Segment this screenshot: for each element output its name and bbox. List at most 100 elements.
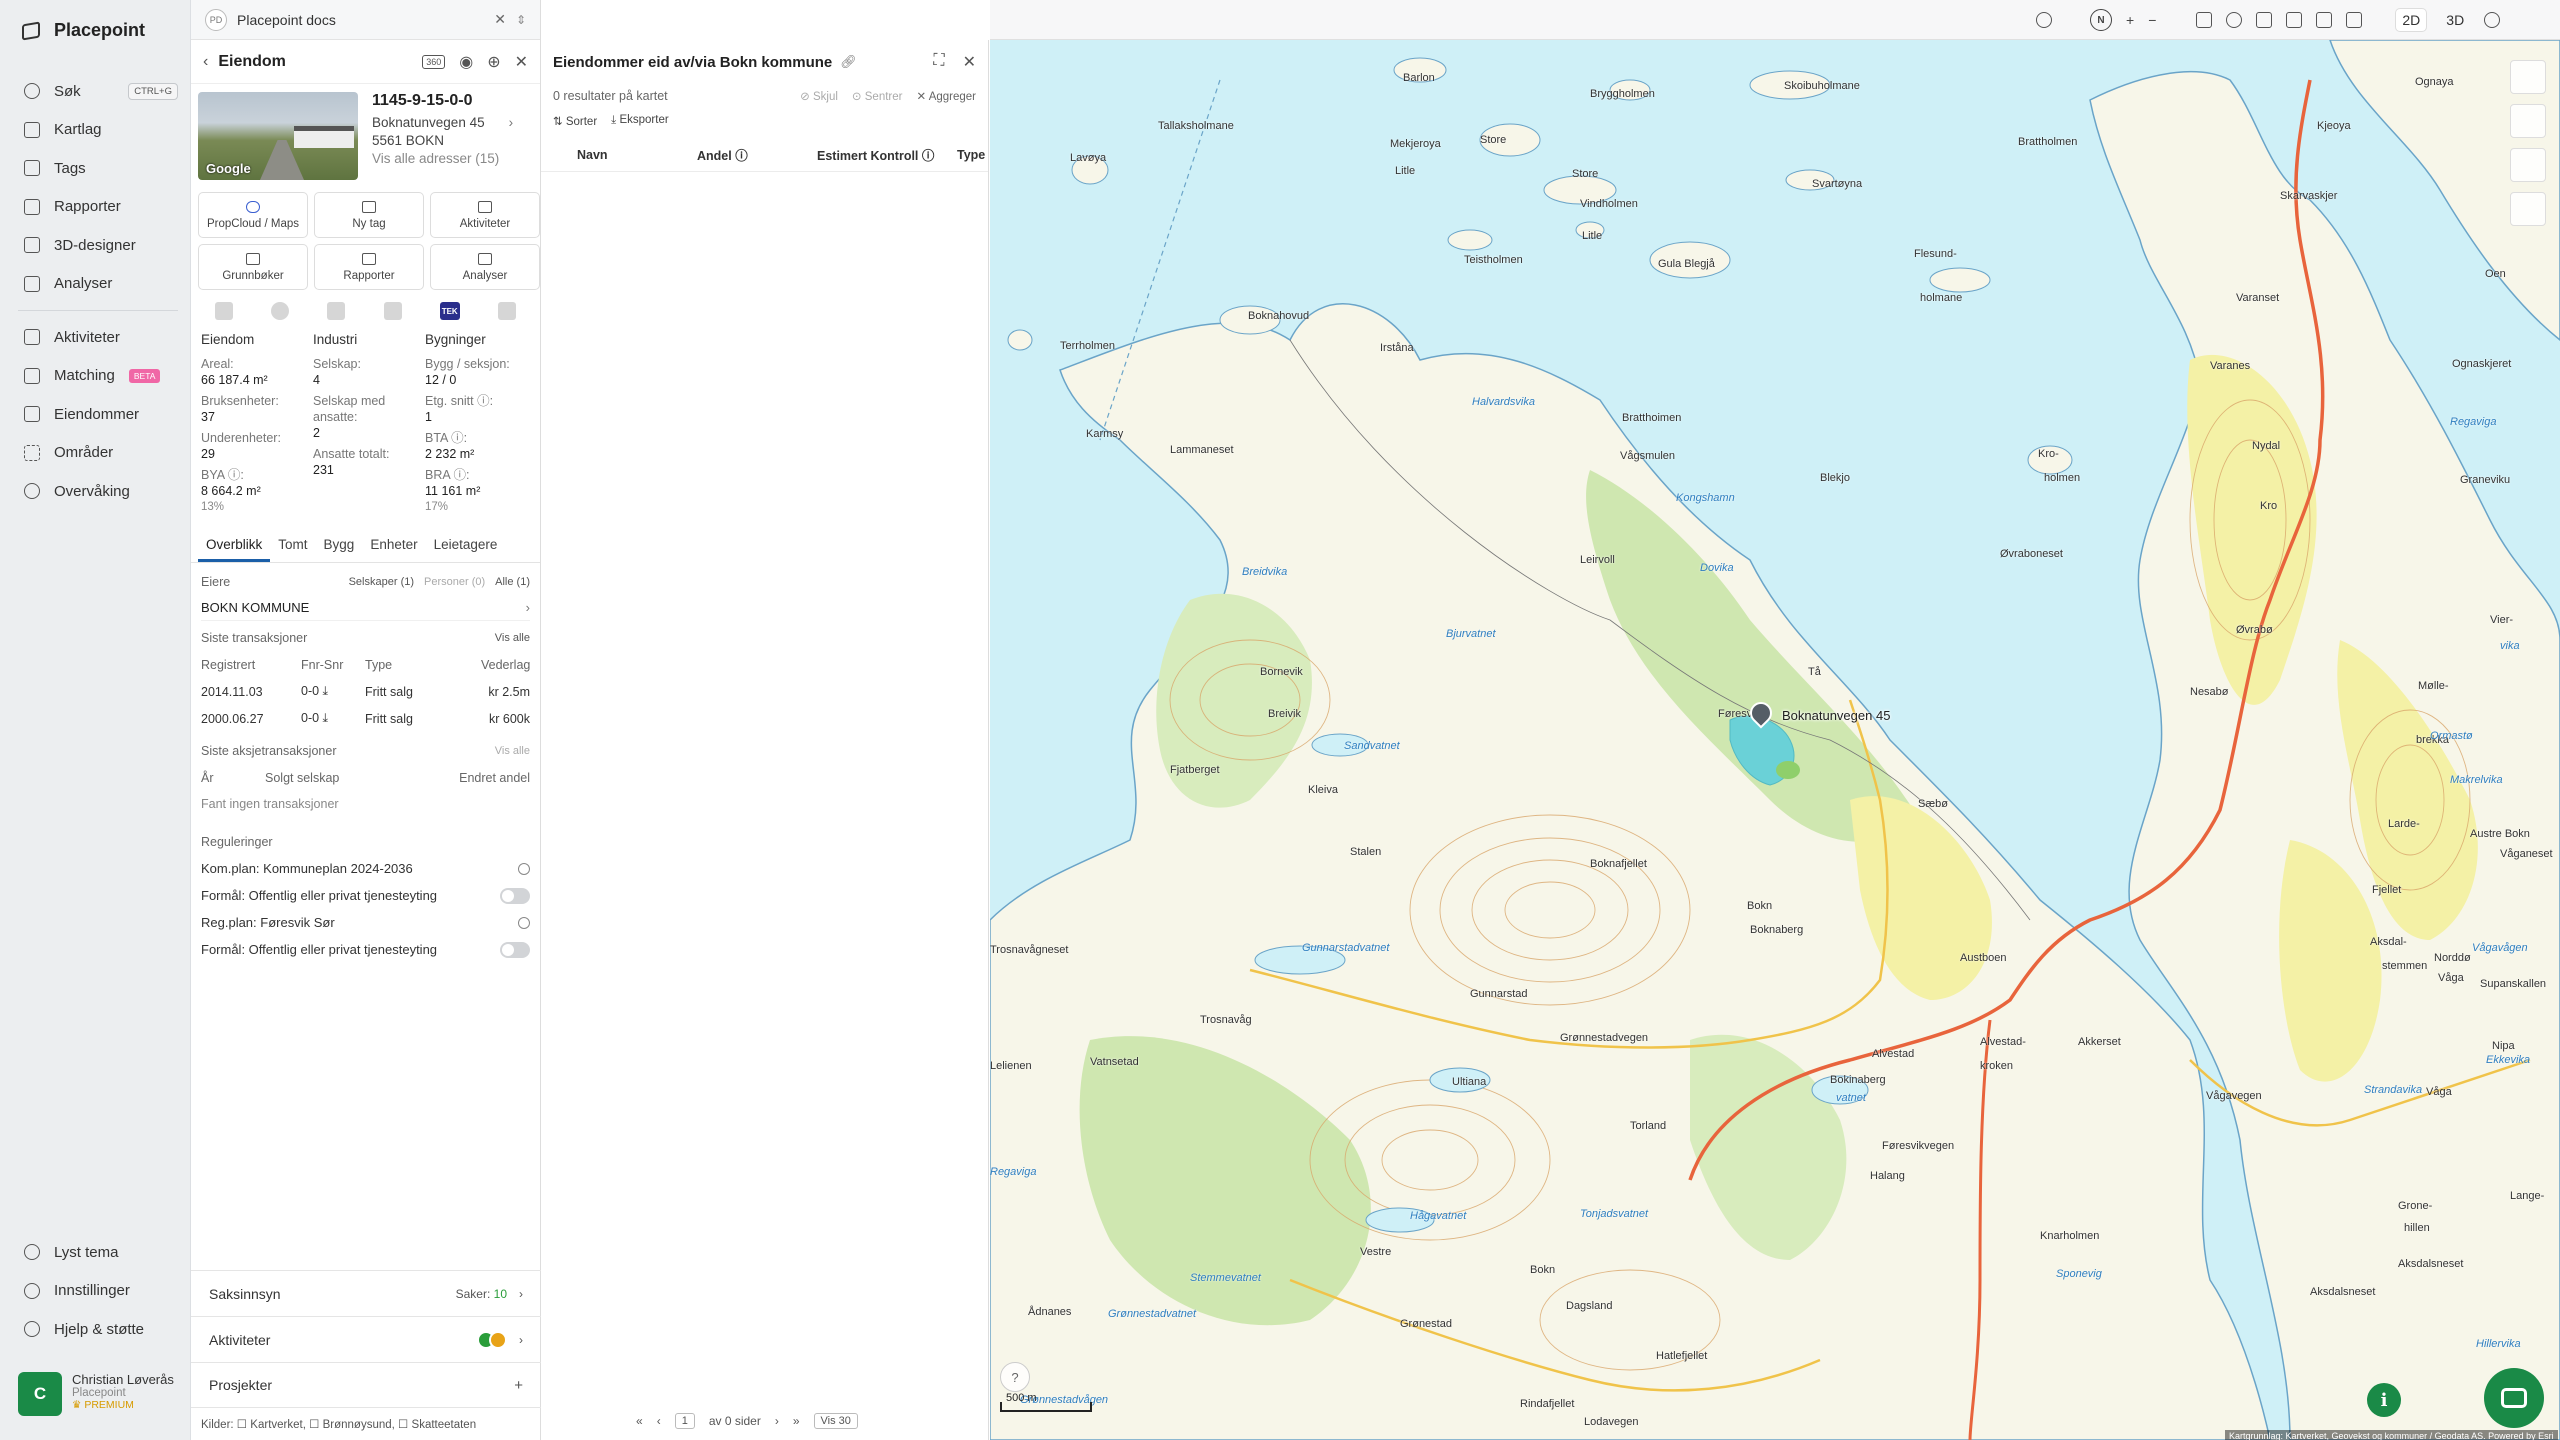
print-icon[interactable] — [2196, 12, 2213, 28]
filter-companies[interactable]: Selskaper (1) — [349, 576, 414, 588]
column-header[interactable]: Navn — [577, 148, 697, 162]
zoom-out-button[interactable]: − — [2148, 12, 2156, 28]
analyses-button[interactable]: Analyser — [430, 244, 540, 290]
hide-button[interactable]: ⊘ Skjul — [800, 89, 838, 103]
nav-kartlag[interactable]: Kartlag — [18, 111, 178, 150]
nav-aktiviteter[interactable]: Aktiviteter — [18, 318, 178, 357]
document-tab[interactable]: PD Placepoint docs ✕ ⇕ — [191, 0, 540, 40]
view-360-button[interactable]: 360 — [422, 54, 446, 69]
info-button[interactable]: i — [2367, 1383, 2401, 1417]
reports-button[interactable]: Rapporter — [314, 244, 424, 290]
property-address[interactable]: Boknatunvegen 45 › — [372, 114, 513, 132]
eye-icon[interactable] — [2226, 12, 2243, 28]
tab-tomt[interactable]: Tomt — [270, 531, 315, 562]
regulation-toggle[interactable] — [500, 887, 530, 904]
regulation-item[interactable]: Reg.plan: Føresvik Sør — [201, 909, 533, 936]
regulation-toggle[interactable] — [500, 941, 530, 958]
table-row[interactable]: 2000.06.27 0-0 ⤓ Fritt salg kr 600k — [201, 705, 530, 732]
page-input[interactable]: 1 — [674, 1413, 695, 1429]
tek-icon[interactable]: TEK — [439, 302, 460, 320]
eye-icon[interactable]: ◉ — [459, 52, 473, 72]
camera-icon[interactable] — [2286, 12, 2303, 28]
fullscreen-icon[interactable] — [2256, 12, 2273, 28]
close-icon[interactable]: ✕ — [494, 11, 506, 28]
user-profile[interactable]: C Christian Løverås Placepoint ♛ PREMIUM — [18, 1372, 178, 1416]
next-page-button[interactable]: › — [775, 1414, 779, 1428]
nav-eiendommer[interactable]: Eiendommer — [18, 395, 178, 434]
column-header[interactable]: Andel ⓘ — [697, 145, 817, 164]
chat-button[interactable] — [2484, 1368, 2544, 1428]
add-icon[interactable]: ⊕ — [487, 52, 500, 72]
bookmark-icon[interactable] — [2346, 12, 2363, 28]
show-all-share-tx[interactable]: Vis alle — [495, 745, 530, 757]
link-icon[interactable] — [515, 914, 533, 931]
filter-all[interactable]: Alle (1) — [495, 576, 530, 588]
filter-persons[interactable]: Personer (0) — [424, 576, 485, 588]
new-tag-button[interactable]: Ny tag — [314, 192, 424, 238]
aggregate-button[interactable]: ✕ Aggreger — [916, 89, 976, 103]
mode-3d-button[interactable]: 3D — [2440, 9, 2470, 31]
nav-omrader[interactable]: Områder — [18, 434, 178, 473]
grid-icon[interactable] — [2316, 12, 2333, 28]
regulation-item[interactable]: Kom.plan: Kommuneplan 2024-2036 — [201, 855, 533, 882]
zoom-in-button[interactable]: + — [2126, 12, 2134, 28]
export-button[interactable]: ⤓ Eksporter — [611, 114, 669, 128]
all-addresses-link[interactable]: Vis alle adresser (15) — [372, 150, 513, 168]
info-icon[interactable] — [2484, 12, 2501, 28]
compass-button[interactable]: N — [2090, 9, 2112, 31]
column-header[interactable]: Estimert Kontroll ⓘ — [817, 145, 957, 164]
aktiviteter-accordion[interactable]: Aktiviteter › — [191, 1316, 541, 1362]
source-icon[interactable] — [271, 302, 290, 320]
nav-help[interactable]: Hjelp & støtte — [18, 1310, 178, 1349]
nav-tags[interactable]: Tags — [18, 149, 178, 188]
profile-tool-button[interactable] — [2510, 192, 2546, 226]
nav-settings[interactable]: Innstillinger — [18, 1272, 178, 1311]
link-icon[interactable]: 🔗︎ — [840, 54, 857, 70]
help-icon[interactable]: ? — [1000, 1362, 1030, 1392]
tab-bygg[interactable]: Bygg — [316, 531, 363, 562]
app-logo[interactable]: Placepoint — [22, 20, 145, 41]
propcloud-button[interactable]: PropCloud / Maps — [198, 192, 308, 238]
last-page-button[interactable]: » — [793, 1414, 800, 1428]
street-view-photo[interactable]: Google — [198, 92, 358, 180]
nav-3d-designer[interactable]: 3D-designer — [18, 226, 178, 265]
activities-button[interactable]: Aktiviteter — [430, 192, 540, 238]
close-icon[interactable]: ✕ — [963, 52, 976, 72]
sort-button[interactable]: ⇅ Sorter — [553, 114, 597, 128]
prev-page-button[interactable]: ‹ — [657, 1414, 661, 1428]
plus-icon[interactable]: + — [514, 1377, 523, 1394]
expand-icon[interactable]: ⇕ — [516, 13, 526, 27]
source-icon[interactable] — [497, 302, 516, 320]
close-icon[interactable]: ✕ — [515, 52, 528, 72]
weather-icon[interactable] — [2036, 12, 2052, 28]
nav-matching[interactable]: Matching BETA — [18, 357, 178, 396]
topographic-map[interactable] — [990, 40, 2560, 1440]
mode-2d-button[interactable]: 2D — [2396, 9, 2427, 31]
source-icon[interactable] — [327, 302, 346, 320]
tab-overblikk[interactable]: Overblikk — [198, 531, 271, 562]
center-button[interactable]: ⊙ Sentrer — [852, 89, 903, 103]
nav-analyser[interactable]: Analyser — [18, 265, 178, 304]
owner-row[interactable]: BOKN KOMMUNE › — [201, 595, 530, 621]
first-page-button[interactable]: « — [636, 1414, 643, 1428]
prosjekter-accordion[interactable]: Prosjekter + — [191, 1362, 541, 1408]
nav-rapporter[interactable]: Rapporter — [18, 188, 178, 227]
fullscreen-icon[interactable]: ⛶ — [933, 52, 944, 72]
chart-tool-button[interactable] — [2510, 148, 2546, 182]
nav-light-theme[interactable]: Lyst tema — [18, 1233, 178, 1272]
table-row[interactable]: 2014.11.03 0-0 ⤓ Fritt salg kr 2.5m — [201, 678, 530, 705]
per-page-select[interactable]: Vis 30 — [813, 1413, 858, 1429]
show-all-transactions[interactable]: Vis alle — [495, 632, 530, 644]
map-canvas[interactable]: Barlon Skoibuholmane Ognaya Bryggholmen Tall… — [990, 40, 2560, 1440]
nav-search[interactable]: Søk CTRL+G — [18, 72, 178, 111]
link-icon[interactable] — [515, 860, 533, 877]
land-registry-button[interactable]: Grunnbøker — [198, 244, 308, 290]
tab-enheter[interactable]: Enheter — [362, 531, 425, 562]
saksinnsyn-accordion[interactable]: Saksinnsyn Saker: 10 › — [191, 1270, 541, 1316]
source-icon[interactable] — [215, 302, 234, 320]
source-icon[interactable] — [383, 302, 402, 320]
nav-overvaking[interactable]: Overvåking — [18, 472, 178, 511]
tab-leietagere[interactable]: Leietagere — [426, 531, 506, 562]
measure-tool-button[interactable] — [2510, 104, 2546, 138]
layer-tool-button[interactable] — [2510, 60, 2546, 94]
